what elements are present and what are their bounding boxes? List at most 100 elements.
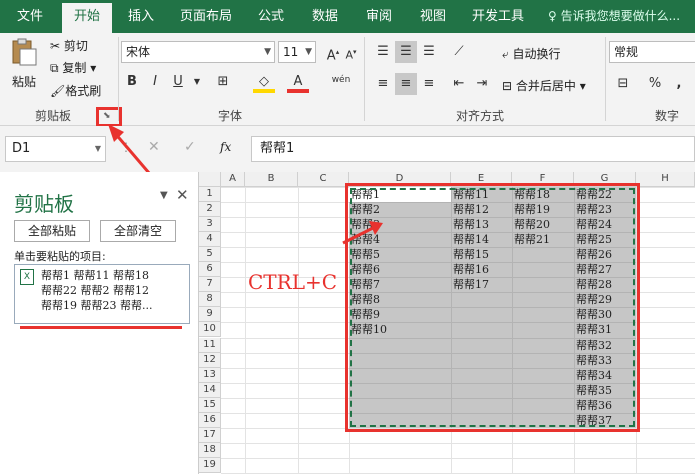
gridline: [221, 457, 695, 459]
row-header[interactable]: 5: [199, 247, 221, 263]
border-icon[interactable]: ⊞: [212, 71, 234, 93]
decrease-indent-icon[interactable]: ⇤: [448, 73, 470, 95]
tab-developer[interactable]: 开发工具: [464, 0, 532, 33]
column-header-c[interactable]: C: [298, 172, 349, 187]
chevron-down-icon[interactable]: ▼: [160, 190, 168, 201]
clipboard-item-line: 帮帮22 帮帮2 帮帮12: [41, 284, 149, 297]
confirm-entry-icon[interactable]: ✓: [184, 139, 196, 155]
bold-button[interactable]: B: [121, 71, 143, 93]
currency-icon[interactable]: ⊟: [612, 73, 634, 95]
row-header[interactable]: 12: [199, 352, 221, 368]
tab-data[interactable]: 数据: [302, 0, 348, 33]
row-header[interactable]: 17: [199, 427, 221, 443]
align-center-icon[interactable]: ≡: [395, 73, 417, 95]
pane-title: 剪贴板: [14, 192, 74, 216]
increase-indent-icon[interactable]: ⇥: [471, 73, 493, 95]
row-header[interactable]: 10: [199, 322, 221, 338]
gridline: [221, 442, 695, 444]
group-divider: [364, 37, 365, 121]
group-divider: [605, 37, 606, 121]
font-group-label: 字体: [217, 109, 242, 123]
row-header[interactable]: 3: [199, 217, 221, 233]
ribbon: 粘贴 ✂ 剪切 ⧉ 复制 ▾ 🖌格式刷 剪贴板 ⬊ 宋体 ▼ 11 ▼ A▴ A▾ …: [0, 33, 695, 127]
paste-all-button[interactable]: 全部粘贴: [14, 220, 90, 242]
row-header[interactable]: 7: [199, 277, 221, 293]
wrap-text-icon: ⤶: [502, 47, 513, 61]
row-header[interactable]: 9: [199, 307, 221, 323]
lightbulb-icon: ♀: [548, 9, 561, 23]
alignment-group-label: 对齐方式: [455, 109, 504, 123]
clipboard-item-line: 帮帮19 帮帮23 帮帮...: [41, 299, 153, 312]
copy-button[interactable]: ⧉ 复制 ▾: [50, 59, 96, 76]
select-all-corner[interactable]: [199, 172, 221, 187]
clipboard-task-pane: 剪贴板 ▼ ✕ 全部粘贴 全部清空 单击要粘贴的项目: X 帮帮1 帮帮11 帮…: [0, 172, 199, 474]
clipboard-group-label: 剪贴板: [34, 109, 71, 123]
gridline: [245, 187, 246, 474]
align-bottom-icon[interactable]: ☰: [418, 41, 440, 63]
row-header[interactable]: 13: [199, 367, 221, 383]
row-header[interactable]: 11: [199, 337, 221, 353]
orientation-icon[interactable]: ⟋: [448, 41, 470, 63]
clipboard-item[interactable]: X 帮帮1 帮帮11 帮帮18 帮帮22 帮帮2 帮帮12 帮帮19 帮帮23 …: [14, 264, 190, 324]
wrap-text-button[interactable]: ⤶ 自动换行: [502, 45, 561, 62]
annotation-arrow-icon: [342, 221, 383, 245]
column-header-b[interactable]: B: [245, 172, 298, 187]
percent-icon[interactable]: %: [644, 73, 666, 95]
chevron-down-icon: ▼: [305, 47, 312, 57]
row-header[interactable]: 15: [199, 397, 221, 413]
copy-icon: ⧉: [50, 61, 63, 75]
tab-review[interactable]: 审阅: [356, 0, 402, 33]
row-header[interactable]: 19: [199, 457, 221, 473]
tab-file[interactable]: 文件: [0, 0, 60, 33]
row-header[interactable]: 8: [199, 292, 221, 308]
align-left-icon[interactable]: ≡: [372, 73, 394, 95]
highlight-underline: [20, 326, 182, 329]
tab-home[interactable]: 开始: [62, 3, 112, 33]
insert-function-icon[interactable]: fx: [220, 140, 231, 154]
number-format-select[interactable]: 常规: [609, 41, 695, 63]
tab-formulas[interactable]: 公式: [248, 0, 294, 33]
row-header[interactable]: 14: [199, 382, 221, 398]
column-header-h[interactable]: H: [636, 172, 695, 187]
paste-icon[interactable]: [8, 37, 40, 67]
annotation-label: CTRL+C: [248, 270, 338, 294]
row-header[interactable]: 16: [199, 412, 221, 428]
font-name-select[interactable]: 宋体 ▼: [121, 41, 275, 63]
group-divider: [118, 37, 119, 121]
row-header[interactable]: 6: [199, 262, 221, 278]
chevron-down-icon[interactable]: ▼: [186, 71, 208, 93]
align-right-icon[interactable]: ≡: [418, 73, 440, 95]
format-painter-button[interactable]: 🖌格式刷: [50, 82, 101, 99]
tab-page-layout[interactable]: 页面布局: [172, 0, 240, 33]
excel-icon: X: [20, 269, 34, 285]
shrink-font-icon[interactable]: A▾: [340, 41, 362, 63]
tab-view[interactable]: 视图: [410, 0, 456, 33]
cut-button[interactable]: ✂ 剪切: [50, 37, 88, 54]
pane-hint: 单击要粘贴的项目:: [14, 250, 106, 263]
fill-color-icon[interactable]: ◇: [253, 71, 275, 93]
clear-all-button[interactable]: 全部清空: [100, 220, 176, 242]
merge-center-button[interactable]: ⊟ 合并后居中 ▾: [502, 77, 586, 94]
phonetic-guide-icon[interactable]: wén: [330, 69, 352, 91]
font-size-select[interactable]: 11 ▼: [278, 41, 316, 63]
formula-input[interactable]: 帮帮1: [251, 136, 695, 162]
italic-button[interactable]: I: [144, 71, 166, 93]
chevron-down-icon: ▼: [264, 47, 271, 57]
row-header[interactable]: 18: [199, 442, 221, 458]
scissors-icon: ✂: [50, 39, 64, 53]
column-header-a[interactable]: A: [221, 172, 245, 187]
close-icon[interactable]: ✕: [176, 186, 189, 204]
align-middle-icon[interactable]: ☰: [395, 41, 417, 63]
row-header[interactable]: 4: [199, 232, 221, 248]
row-header[interactable]: 1: [199, 187, 221, 203]
name-box[interactable]: D1 ▼: [5, 136, 106, 162]
brush-icon: 🖌: [50, 84, 66, 98]
tell-me-box[interactable]: ♀ 告诉我您想要做什么...: [548, 0, 680, 33]
row-header[interactable]: 2: [199, 202, 221, 218]
tab-insert[interactable]: 插入: [118, 0, 164, 33]
paste-button[interactable]: 粘贴: [12, 73, 36, 90]
font-color-icon[interactable]: A: [287, 71, 309, 93]
comma-icon[interactable]: ,: [668, 73, 690, 95]
align-top-icon[interactable]: ☰: [372, 41, 394, 63]
worksheet-grid[interactable]: A B C D E F G H 1 2 3 4 5 6 7 8 9 10 11 12 13 14 15 16 17 18 19 帮帮1…: [199, 172, 695, 474]
